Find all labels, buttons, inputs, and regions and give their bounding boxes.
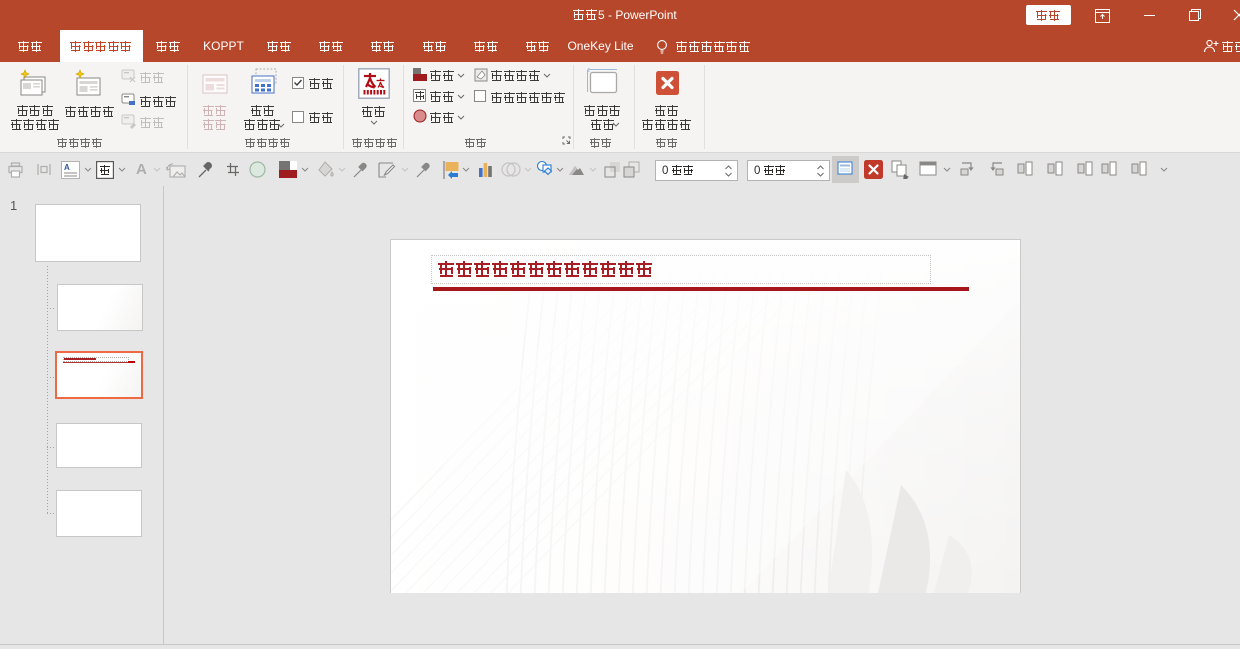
svg-text:A: A xyxy=(64,163,70,172)
